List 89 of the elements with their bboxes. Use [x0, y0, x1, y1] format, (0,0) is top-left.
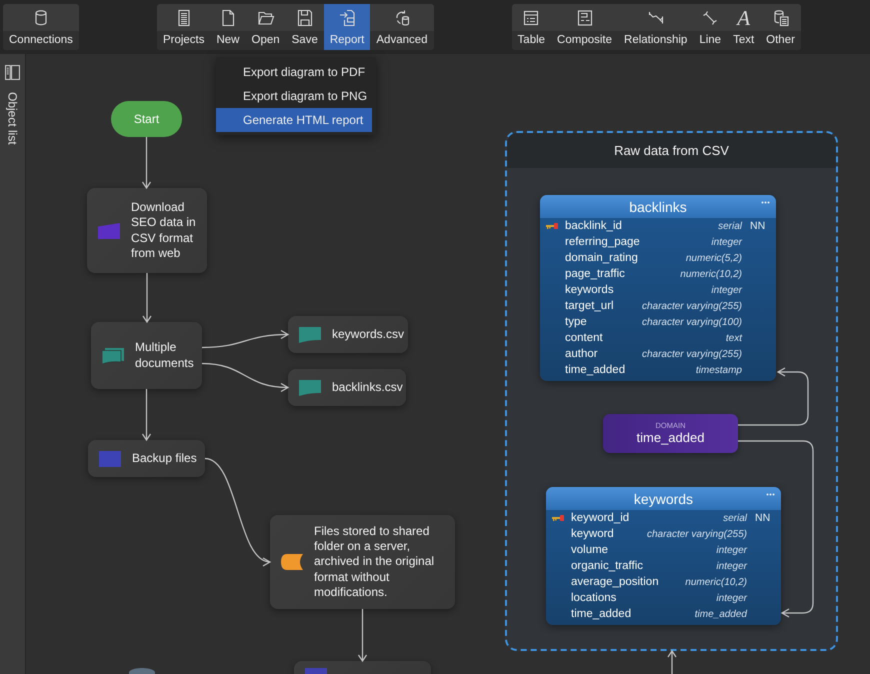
- column-name: domain_rating: [565, 252, 638, 264]
- column-name: backlink_id: [565, 220, 622, 232]
- connector-arrow: [142, 389, 151, 442]
- column-name: locations: [571, 592, 616, 604]
- column-type: serial: [722, 512, 747, 524]
- group-container[interactable]: [505, 131, 838, 651]
- column-type: character varying(255): [646, 528, 747, 540]
- toolbar-button[interactable]: Save: [286, 4, 324, 50]
- column-name: average_position: [571, 576, 659, 588]
- table-icon: [522, 8, 540, 26]
- column-type: integer: [710, 284, 742, 296]
- column-type: integer: [715, 560, 747, 572]
- column-name: type: [565, 316, 587, 328]
- node-label: Multiple documents: [135, 340, 195, 371]
- toolbar-button[interactable]: Open: [246, 4, 286, 50]
- column-name: page_traffic: [565, 268, 625, 280]
- flowchart-node[interactable]: [294, 661, 431, 674]
- column-type: character varying(100): [640, 316, 742, 328]
- column-type: numeric(10,2): [679, 268, 742, 280]
- toolbar-button[interactable]: Advanced: [370, 4, 434, 50]
- column-type: timestamp: [694, 364, 742, 376]
- node-label: backlinks.csv: [332, 380, 403, 396]
- more-icon[interactable]: [761, 201, 770, 204]
- column-name: volume: [571, 544, 608, 556]
- connector-arrow: [142, 273, 152, 324]
- column-name: keyword: [571, 528, 614, 540]
- node-label: keywords.csv: [332, 326, 404, 342]
- database-document-icon: [772, 8, 790, 26]
- column-type: time_added: [694, 608, 747, 620]
- column-type: integer: [710, 236, 742, 248]
- connector-arrow: [358, 609, 367, 662]
- node-label: Files stored to shared folder on a server, archived in the original format without modifications.: [314, 524, 436, 600]
- domain-name: time_added: [636, 430, 704, 446]
- column-type: numeric(10,2): [684, 576, 747, 588]
- column-type: integer: [715, 592, 747, 604]
- panel-icon[interactable]: [5, 65, 20, 80]
- flowchart-node[interactable]: Backup files: [88, 440, 205, 477]
- save-icon: [296, 8, 314, 26]
- column-type: numeric(5,2): [684, 252, 742, 264]
- text-icon: A: [737, 8, 750, 28]
- diagonal-line-icon: [701, 8, 720, 26]
- toolbar-button[interactable]: Line: [693, 4, 728, 50]
- column-name: referring_page: [565, 236, 640, 248]
- column-type: character varying(255): [640, 300, 742, 312]
- column-name: organic_traffic: [571, 560, 644, 572]
- node-label: Download SEO data in CSV format from web: [131, 200, 197, 262]
- column-constraint: NN: [750, 220, 766, 232]
- database-shape[interactable]: [129, 668, 155, 674]
- toolbar-button[interactable]: Relationship: [618, 4, 694, 50]
- toolbar-button[interactable]: A Text: [727, 4, 760, 50]
- toolbar-button[interactable]: Connections: [3, 4, 79, 50]
- flowchart-node[interactable]: Download SEO data in CSV format from web: [87, 188, 207, 273]
- toolbar-button[interactable]: Composite: [551, 4, 618, 50]
- table-name: keywords: [634, 490, 694, 506]
- export-icon: [338, 8, 356, 26]
- column-type: integer: [715, 544, 747, 556]
- column-name: time_added: [571, 608, 632, 620]
- toolbar-button[interactable]: Table: [512, 4, 552, 50]
- connector-arrow: [142, 137, 151, 190]
- column-name: time_added: [565, 364, 626, 376]
- column-type: character varying(255): [640, 348, 742, 360]
- flowchart-node[interactable]: Files stored to shared folder on a server, archived in the original format without modifications.: [270, 515, 455, 609]
- table-name: backlinks: [629, 198, 687, 214]
- composite-box-icon: [576, 8, 594, 26]
- flowchart-node[interactable]: keywords.csv: [288, 316, 408, 353]
- more-icon[interactable]: [766, 493, 775, 496]
- toolbar-button[interactable]: New: [210, 4, 246, 50]
- column-name: keyword_id: [571, 512, 630, 524]
- column-type: text: [724, 332, 742, 344]
- database-table[interactable]: keywords keyword_id serial NN keyword character varying(255) volume integer organic_traffic integer average_position numeric(10,2) locations integer time_added time_added: [546, 487, 781, 625]
- column-name: content: [565, 332, 603, 344]
- column-type: serial: [717, 220, 742, 232]
- menu-item[interactable]: Generate HTML report: [216, 108, 372, 132]
- column-name: keywords: [565, 284, 614, 296]
- sidebar-tab[interactable]: Object list: [6, 92, 20, 145]
- toolbar-button[interactable]: Report: [324, 4, 370, 50]
- node-label: Backup files: [132, 450, 197, 466]
- toolbar-button[interactable]: Other: [760, 4, 801, 50]
- flowchart-node[interactable]: Multiple documents: [91, 322, 202, 389]
- menu-item[interactable]: Export diagram to PNG: [216, 84, 372, 108]
- connector-arrow: [668, 650, 676, 674]
- toolbar-button[interactable]: Projects: [156, 4, 210, 50]
- group-title: Raw data from CSV: [507, 133, 836, 168]
- flowchart-node[interactable]: backlinks.csv: [288, 369, 406, 406]
- database-table[interactable]: [540, 195, 776, 381]
- column-constraint: NN: [755, 512, 770, 524]
- column-name: target_url: [565, 300, 614, 312]
- menu-item[interactable]: Export diagram to PDF: [216, 60, 372, 84]
- column-name: author: [565, 348, 598, 360]
